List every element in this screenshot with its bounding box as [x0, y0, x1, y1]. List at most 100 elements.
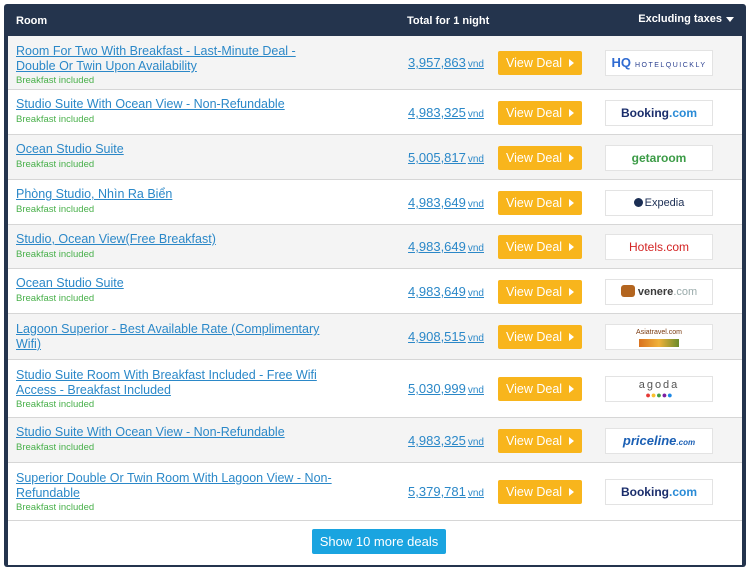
provider-name: priceline: [622, 433, 677, 448]
price-value: 4,983,649: [408, 239, 466, 254]
price-currency: vnd: [467, 109, 484, 120]
breakfast-note: Breakfast included: [16, 114, 95, 125]
chevron-right-icon: [569, 437, 574, 445]
room-title-link[interactable]: Studio Suite With Ocean View - Non-Refun…: [16, 425, 336, 440]
provider-logo[interactable]: Asiatravel.com: [605, 324, 713, 350]
breakfast-note: Breakfast included: [16, 502, 95, 513]
breakfast-note: Breakfast included: [16, 159, 95, 170]
provider-mark: HQ: [611, 55, 631, 70]
provider-name: Expedia: [644, 197, 685, 209]
chevron-right-icon: [569, 154, 574, 162]
column-header-room: Room: [16, 15, 48, 27]
chevron-right-icon: [569, 243, 574, 251]
chevron-down-icon: [726, 16, 734, 22]
price-link[interactable]: 4,983,649 vnd: [398, 239, 484, 254]
view-deal-button[interactable]: View Deal: [498, 101, 582, 125]
price-link[interactable]: 4,983,325 vnd: [398, 433, 484, 448]
price-link[interactable]: 5,379,781 vnd: [398, 484, 484, 499]
provider-name: Booking: [620, 485, 669, 499]
room-title-link[interactable]: Ocean Studio Suite: [16, 142, 336, 157]
deal-row: Phòng Studio, Nhìn Ra Biển Breakfast incl…: [8, 180, 742, 225]
tax-toggle-dropdown[interactable]: Excluding taxes: [638, 13, 734, 25]
room-title-link[interactable]: Phòng Studio, Nhìn Ra Biển: [16, 187, 336, 202]
room-title-link[interactable]: Studio, Ocean View(Free Breakfast): [16, 232, 336, 247]
price-value: 3,957,863: [408, 55, 466, 70]
provider-logo[interactable]: getaroom: [605, 145, 713, 171]
provider-logo[interactable]: Booking.com: [605, 100, 713, 126]
deal-row: Studio Suite Room With Breakfast Include…: [8, 360, 742, 418]
price-link[interactable]: 4,983,325 vnd: [398, 105, 484, 120]
view-deal-button[interactable]: View Deal: [498, 377, 582, 401]
view-deal-button[interactable]: View Deal: [498, 480, 582, 504]
deal-row: Studio Suite With Ocean View - Non-Refun…: [8, 90, 742, 135]
provider-name: getaroom: [631, 151, 687, 165]
provider-logo[interactable]: venere.com: [605, 279, 713, 305]
price-value: 5,005,817: [408, 150, 466, 165]
price-currency: vnd: [467, 488, 484, 499]
chevron-right-icon: [569, 333, 574, 341]
provider-name: Asiatravel.com: [636, 329, 682, 336]
view-deal-label: View Deal: [506, 485, 563, 499]
globe-icon: [633, 198, 643, 207]
room-title-link[interactable]: Studio Suite With Ocean View - Non-Refun…: [16, 97, 336, 112]
room-title-link[interactable]: Studio Suite Room With Breakfast Include…: [16, 368, 336, 398]
provider-suffix: .com: [668, 485, 697, 499]
price-value: 4,983,649: [408, 284, 466, 299]
view-deal-button[interactable]: View Deal: [498, 51, 582, 75]
tax-toggle-label: Excluding taxes: [638, 13, 722, 25]
view-deal-label: View Deal: [506, 151, 563, 165]
view-deal-button[interactable]: View Deal: [498, 429, 582, 453]
room-title-link[interactable]: Room For Two With Breakfast - Last-Minut…: [16, 44, 336, 74]
price-link[interactable]: 5,030,999 vnd: [398, 381, 484, 396]
provider-logo[interactable]: Expedia: [605, 190, 713, 216]
deal-list: Room For Two With Breakfast - Last-Minut…: [8, 36, 742, 521]
deal-row: Lagoon Superior - Best Available Rate (C…: [8, 314, 742, 360]
provider-logo[interactable]: Hotels.com: [605, 234, 713, 260]
provider-suffix: .com: [673, 286, 698, 298]
colored-dots-icon: ●●●●●: [606, 391, 712, 400]
breakfast-note: Breakfast included: [16, 293, 95, 304]
column-header-total: Total for 1 night: [407, 15, 490, 27]
deals-panel: Room Total for 1 night Excluding taxes R…: [4, 4, 746, 567]
view-deal-button[interactable]: View Deal: [498, 191, 582, 215]
price-value: 5,379,781: [408, 484, 466, 499]
price-currency: vnd: [467, 154, 484, 165]
price-currency: vnd: [467, 288, 484, 299]
price-currency: vnd: [467, 437, 484, 448]
price-currency: vnd: [467, 333, 484, 344]
provider-suffix: .com: [668, 106, 697, 120]
view-deal-button[interactable]: View Deal: [498, 235, 582, 259]
chevron-right-icon: [569, 288, 574, 296]
deal-row: Studio, Ocean View(Free Breakfast) Breakf…: [8, 225, 742, 269]
view-deal-label: View Deal: [506, 240, 563, 254]
price-link[interactable]: 3,957,863 vnd: [398, 55, 484, 70]
view-deal-button[interactable]: View Deal: [498, 146, 582, 170]
price-link[interactable]: 4,983,649 vnd: [398, 284, 484, 299]
breakfast-note: Breakfast included: [16, 249, 95, 260]
provider-logo[interactable]: Booking.com: [605, 479, 713, 505]
chevron-right-icon: [569, 488, 574, 496]
price-value: 4,908,515: [408, 329, 466, 344]
chevron-right-icon: [569, 59, 574, 67]
show-more-deals-button[interactable]: Show 10 more deals: [312, 529, 446, 554]
provider-logo[interactable]: priceline.com: [605, 428, 713, 454]
price-currency: vnd: [467, 199, 484, 210]
provider-name: Hotels.com: [628, 240, 690, 254]
room-title-link[interactable]: Lagoon Superior - Best Available Rate (C…: [16, 322, 336, 352]
view-deal-label: View Deal: [506, 196, 563, 210]
price-link[interactable]: 4,908,515 vnd: [398, 329, 484, 344]
provider-logo[interactable]: agoda ●●●●●: [605, 376, 713, 402]
view-deal-button[interactable]: View Deal: [498, 325, 582, 349]
provider-name: Booking: [620, 106, 669, 120]
room-title-link[interactable]: Superior Double Or Twin Room With Lagoon…: [16, 471, 336, 501]
deal-row: Ocean Studio Suite Breakfast included 5,00…: [8, 135, 742, 180]
view-deal-button[interactable]: View Deal: [498, 280, 582, 304]
room-title-link[interactable]: Ocean Studio Suite: [16, 276, 336, 291]
view-deal-label: View Deal: [506, 434, 563, 448]
provider-logo[interactable]: HQ HOTELQUICKLY: [605, 50, 713, 76]
view-deal-label: View Deal: [506, 285, 563, 299]
price-link[interactable]: 5,005,817 vnd: [398, 150, 484, 165]
price-link[interactable]: 4,983,649 vnd: [398, 195, 484, 210]
price-value: 4,983,649: [408, 195, 466, 210]
dot-icon: ●: [667, 390, 673, 400]
